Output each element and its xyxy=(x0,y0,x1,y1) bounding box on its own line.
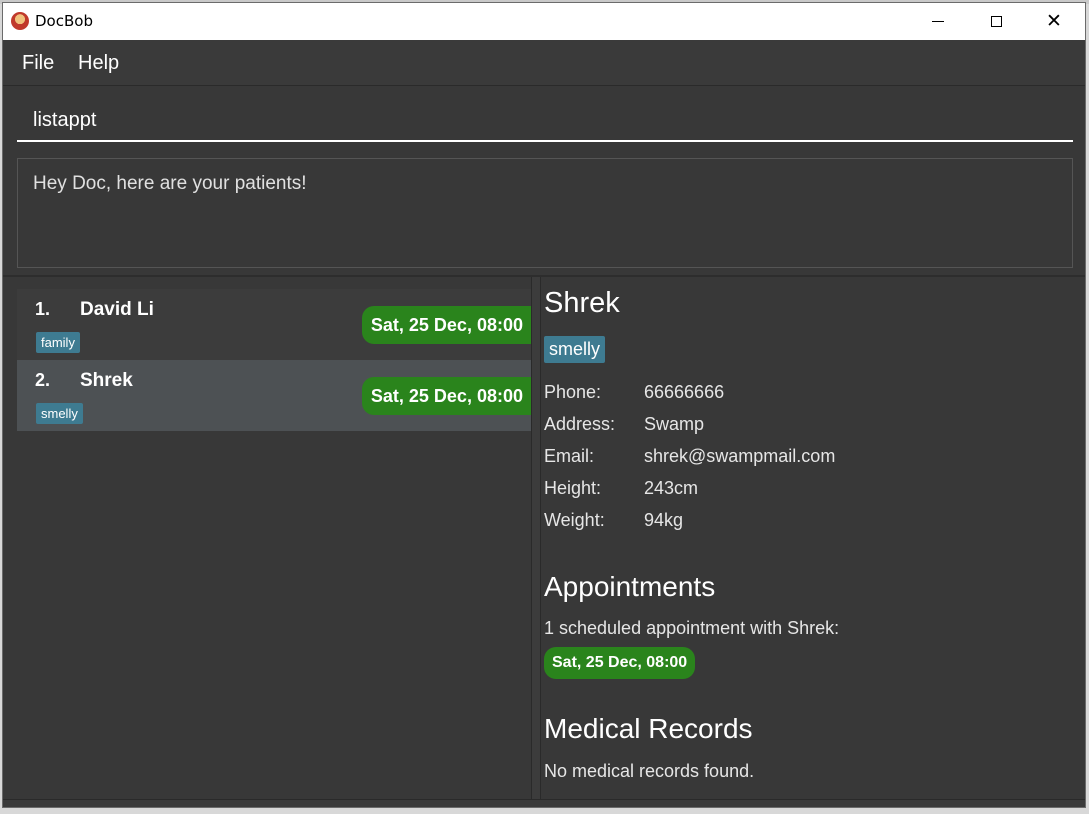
appointment-badge: Sat, 25 Dec, 08:00 xyxy=(544,647,696,679)
window-title: DocBob xyxy=(35,12,93,30)
phone-label: Phone: xyxy=(544,382,602,402)
appointment-badge: Sat, 25 Dec, 08:00 xyxy=(361,377,531,415)
patient-index: 2. xyxy=(35,370,51,390)
menu-file[interactable]: File xyxy=(22,52,54,75)
minimize-icon xyxy=(932,21,944,22)
patient-card-selected[interactable]: 2. Shrek smelly Sat, 25 Dec, 08:00 xyxy=(17,360,531,431)
status-bar xyxy=(3,799,1085,807)
appointments-summary: 1 scheduled appointment with Shrek: xyxy=(544,618,840,638)
height-label: Height: xyxy=(544,478,602,498)
email-label: Email: xyxy=(544,446,595,466)
result-display: Hey Doc, here are your patients! xyxy=(17,158,1073,268)
appointments-heading: Appointments xyxy=(544,571,716,602)
patient-name: David Li xyxy=(80,299,154,320)
patient-list[interactable]: 1. David Li family Sat, 25 Dec, 08:00 2.… xyxy=(3,277,531,799)
result-message: Hey Doc, here are your patients! xyxy=(33,173,307,194)
title-bar: DocBob ✕ xyxy=(3,3,1085,40)
menu-help[interactable]: Help xyxy=(78,52,119,75)
patient-name: Shrek xyxy=(80,370,133,391)
address-value: Swamp xyxy=(644,414,705,434)
medical-records-text: No medical records found. xyxy=(544,761,755,781)
patient-details-panel: Shrek smelly Phone: 66666666 Address: Sw… xyxy=(541,277,1085,799)
command-input[interactable] xyxy=(17,100,1073,142)
patient-card[interactable]: 1. David Li family Sat, 25 Dec, 08:00 xyxy=(17,289,531,360)
details-patient-tag: smelly xyxy=(544,336,606,363)
email-value: shrek@swampmail.com xyxy=(644,446,836,466)
split-pane-divider[interactable] xyxy=(531,277,541,799)
medical-records-heading: Medical Records xyxy=(544,713,753,744)
maximize-icon xyxy=(990,16,1002,27)
close-button[interactable]: ✕ xyxy=(1025,3,1083,40)
height-value: 243cm xyxy=(644,478,699,498)
patient-index: 1. xyxy=(35,299,51,319)
phone-value: 66666666 xyxy=(644,382,725,402)
menu-bar: File Help xyxy=(3,40,1085,86)
docbob-app-icon xyxy=(11,12,29,30)
patient-tag: family xyxy=(36,332,80,353)
weight-value: 94kg xyxy=(644,510,684,530)
maximize-button[interactable] xyxy=(967,3,1025,40)
minimize-button[interactable] xyxy=(909,3,967,40)
weight-label: Weight: xyxy=(544,510,605,530)
address-label: Address: xyxy=(544,414,616,434)
details-patient-name: Shrek xyxy=(544,287,620,319)
app-window: DocBob ✕ File Help Hey Doc, here are you… xyxy=(2,2,1086,808)
patient-tag: smelly xyxy=(36,403,83,424)
close-icon: ✕ xyxy=(1046,10,1062,32)
appointment-badge: Sat, 25 Dec, 08:00 xyxy=(361,306,531,344)
command-area xyxy=(3,86,1085,152)
